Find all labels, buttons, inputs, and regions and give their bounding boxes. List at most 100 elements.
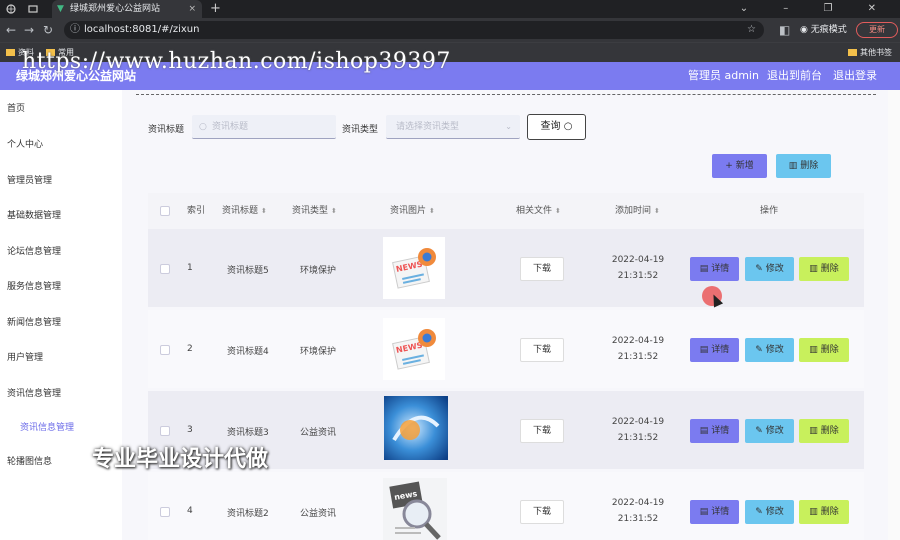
update-button[interactable]: 更新 [856, 22, 898, 38]
select-all-checkbox[interactable] [160, 206, 170, 216]
cell-title: 资讯标题5 [227, 266, 269, 276]
col-image[interactable]: 资讯图片 ⬍ [390, 193, 435, 229]
sort-icon[interactable]: ⬍ [429, 207, 435, 215]
row-checkbox[interactable] [160, 345, 170, 355]
cell-time: 2022-04-19 21:31:52 [603, 252, 673, 284]
sort-icon[interactable]: ⬍ [331, 207, 337, 215]
news-thumbnail[interactable] [384, 396, 448, 460]
col-image-label: 资讯图片 [390, 206, 427, 216]
sidebar-item-news[interactable]: 新闻信息管理 [7, 315, 61, 328]
row-checkbox[interactable] [160, 507, 170, 517]
cell-type: 环境保护 [300, 266, 337, 276]
download-button[interactable]: 下载 [520, 338, 564, 362]
col-time[interactable]: 添加时间 ⬍ [615, 193, 660, 229]
edit-label: 修改 [765, 507, 784, 517]
table-row: 2 资讯标题4 环境保护 NEWS 下载 2022-04-19 21:31:52 … [148, 310, 864, 388]
type-select[interactable]: 请选择资讯类型 ⌄ [386, 115, 520, 139]
url-field[interactable]: ⓘ localhost:8081/#/zixun ☆ [64, 21, 764, 39]
delete-button[interactable]: ▥ 删除 [799, 419, 849, 443]
sidebar-item-service[interactable]: 服务信息管理 [7, 279, 61, 292]
detail-button[interactable]: ▤ 详情 [690, 338, 739, 362]
sidebar-item-home[interactable]: 首页 [7, 101, 25, 114]
sidebar-item-zixun[interactable]: 资讯信息管理 [7, 386, 61, 399]
bookmark-folder-changyong[interactable]: 常用 [46, 43, 74, 62]
sort-icon[interactable]: ⬍ [654, 207, 660, 215]
col-index: 索引 [187, 193, 205, 229]
delete-button[interactable]: ▥ 删除 [799, 500, 849, 524]
edit-label: 修改 [765, 426, 784, 436]
sidepanel-icon[interactable]: ◧ [779, 18, 790, 42]
title-filter-label: 资讯标题 [148, 125, 185, 135]
reload-icon[interactable]: ↻ [43, 18, 53, 42]
forward-icon[interactable]: → [24, 18, 34, 42]
query-button[interactable]: 查询 ○ [527, 114, 586, 140]
cell-index: 3 [187, 425, 193, 435]
admin-label: 管理员 admin [688, 69, 759, 82]
site-title: 绿城郑州爱心公益网站 [16, 69, 137, 83]
title-search-input[interactable]: ○ 资讯标题 [192, 115, 336, 139]
query-label: 查询 [540, 121, 561, 132]
cell-index: 4 [187, 506, 193, 516]
delete-button[interactable]: ▥ 删除 [799, 338, 849, 362]
new-tab-icon[interactable]: + [210, 0, 221, 18]
cell-type: 环境保护 [300, 347, 337, 357]
globe-icon[interactable] [6, 4, 16, 14]
sidebar-item-admin[interactable]: 管理员管理 [7, 173, 52, 186]
scrollbar[interactable] [888, 90, 900, 540]
back-to-front-link[interactable]: 退出到前台 [767, 62, 822, 90]
sidebar-item-users[interactable]: 用户管理 [7, 350, 43, 363]
incognito-indicator[interactable]: ◉ 无痕模式 [800, 18, 847, 42]
col-actions: 操作 [760, 193, 778, 229]
col-file-label: 相关文件 [516, 206, 553, 216]
detail-button[interactable]: ▤ 详情 [690, 500, 739, 524]
news-thumbnail[interactable]: NEWS [383, 318, 445, 380]
detail-label: 详情 [711, 345, 730, 355]
sidebar-item-basedata[interactable]: 基础数据管理 [7, 208, 61, 221]
download-button[interactable]: 下载 [520, 257, 564, 281]
edit-button[interactable]: ✎ 修改 [745, 500, 794, 524]
col-file[interactable]: 相关文件 ⬍ [516, 193, 561, 229]
edit-button[interactable]: ✎ 修改 [745, 338, 794, 362]
cell-date: 2022-04-19 [611, 255, 665, 265]
info-icon[interactable]: ⓘ [70, 21, 80, 39]
batch-delete-button[interactable]: ▥ 删除 [776, 154, 831, 178]
download-button[interactable]: 下载 [520, 500, 564, 524]
close-tab-icon[interactable]: × [188, 0, 196, 18]
row-checkbox[interactable] [160, 264, 170, 274]
row-checkbox[interactable] [160, 426, 170, 436]
chevron-down-icon: ⌄ [505, 122, 512, 131]
detail-button[interactable]: ▤ 详情 [690, 257, 739, 281]
back-icon[interactable]: ← [6, 18, 16, 42]
logout-link[interactable]: 退出登录 [833, 62, 877, 90]
sidebar-subitem-zixun-manage[interactable]: 资讯信息管理 [20, 420, 74, 433]
tab-search-icon[interactable] [28, 4, 38, 14]
sort-icon[interactable]: ⬍ [261, 207, 267, 215]
cell-title: 资讯标题2 [227, 509, 269, 519]
edit-label: 修改 [765, 345, 784, 355]
window-controls[interactable]: ⌄ – ❐ ✕ [740, 0, 892, 18]
download-button[interactable]: 下载 [520, 419, 564, 443]
news-thumbnail[interactable]: news [383, 478, 447, 540]
cell-clock: 21:31:52 [617, 271, 659, 281]
cell-time: 2022-04-19 21:31:52 [603, 495, 673, 527]
cell-type: 公益资讯 [300, 509, 337, 519]
sidebar-item-carousel[interactable]: 轮播图信息 [7, 454, 52, 467]
delete-label: 删除 [820, 426, 839, 436]
sidebar-item-personal[interactable]: 个人中心 [7, 137, 43, 150]
bookmark-folder-ziliao[interactable]: 资料 [6, 43, 34, 62]
bookmark-star-icon[interactable]: ☆ [747, 21, 756, 39]
col-type[interactable]: 资讯类型 ⬍ [292, 193, 337, 229]
edit-button[interactable]: ✎ 修改 [745, 257, 794, 281]
detail-button[interactable]: ▤ 详情 [690, 419, 739, 443]
address-bar: ← → ↻ ⓘ localhost:8081/#/zixun ☆ ◧ ◉ 无痕模… [0, 18, 900, 42]
browser-tab[interactable]: ▼ 绿城郑州爱心公益网站 × [52, 0, 202, 18]
sort-icon[interactable]: ⬍ [555, 207, 561, 215]
edit-button[interactable]: ✎ 修改 [745, 419, 794, 443]
news-thumbnail[interactable]: NEWS [383, 237, 445, 299]
delete-button[interactable]: ▥ 删除 [799, 257, 849, 281]
col-title[interactable]: 资讯标题 ⬍ [222, 193, 267, 229]
sidebar-item-forum[interactable]: 论坛信息管理 [7, 244, 61, 257]
edit-icon: ✎ [755, 426, 763, 436]
other-bookmarks[interactable]: 其他书签 [848, 43, 892, 62]
add-button[interactable]: + 新增 [712, 154, 767, 178]
